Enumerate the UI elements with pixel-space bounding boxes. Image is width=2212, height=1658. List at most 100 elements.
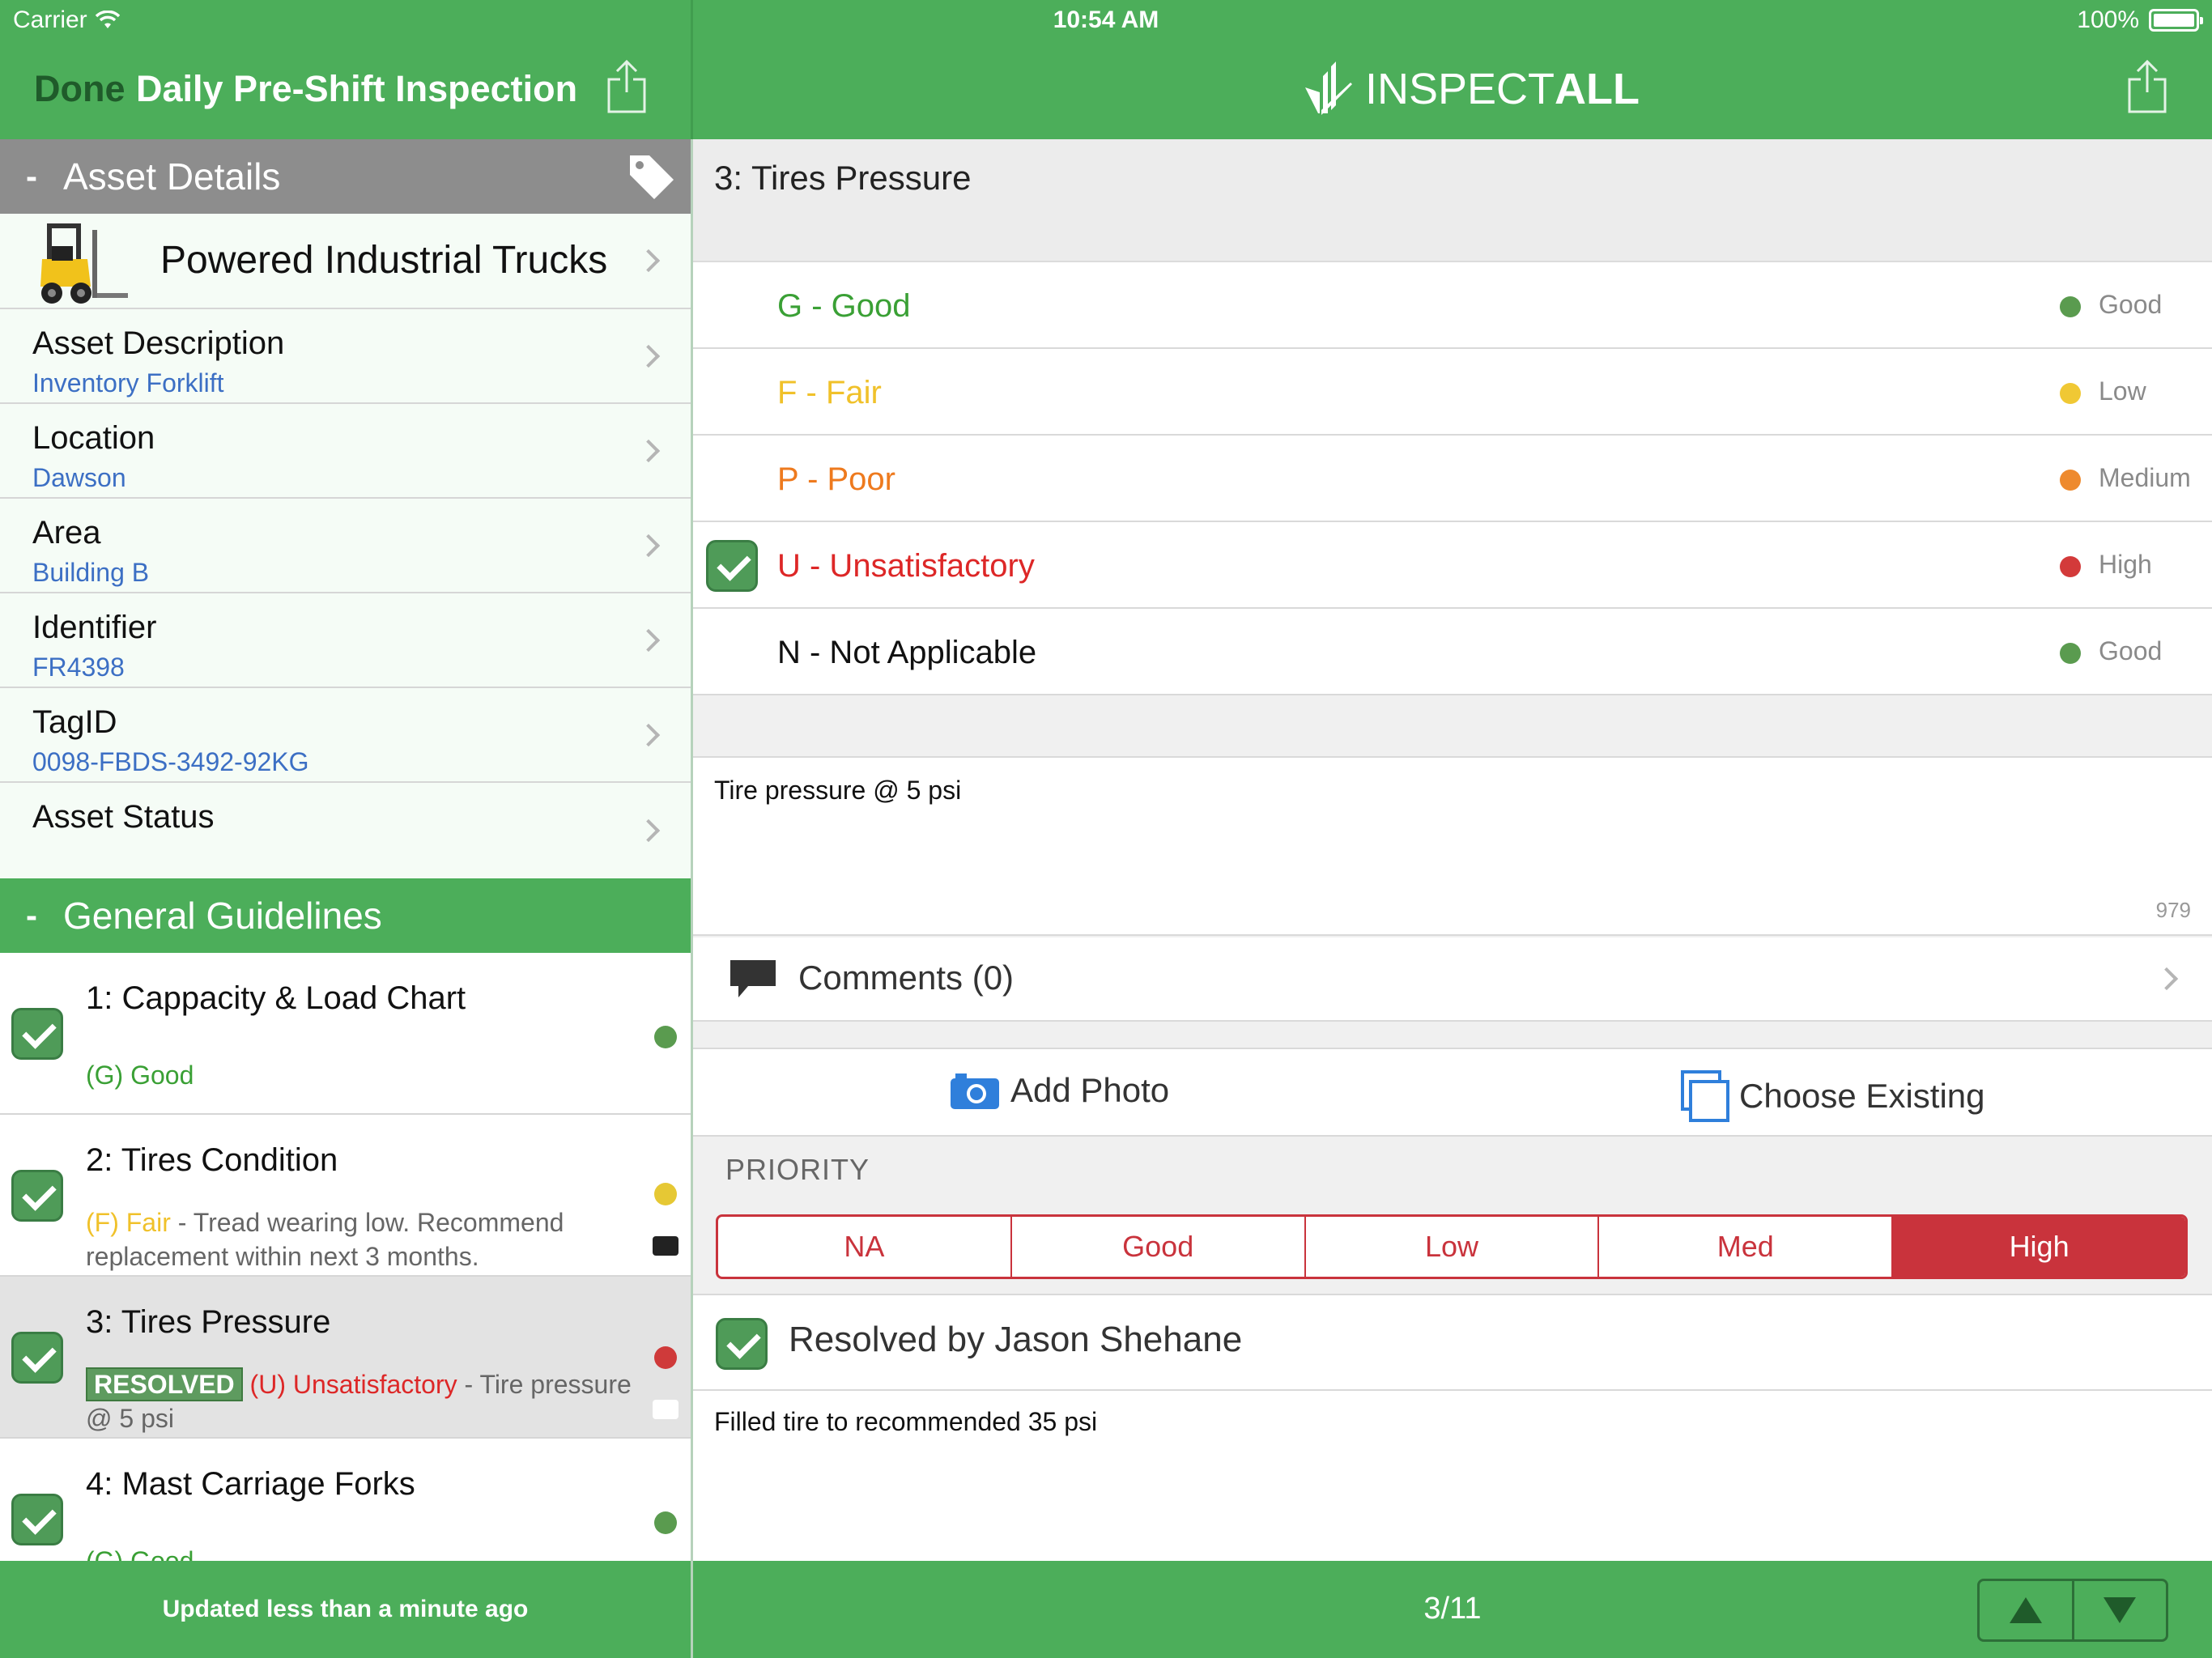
share-icon[interactable] — [606, 58, 648, 115]
asset-row-area[interactable]: Area Building B — [0, 499, 691, 593]
answer-option-priority: Low — [2099, 376, 2146, 406]
brand-bold: ALL — [1555, 65, 1640, 113]
priority-dot — [2060, 470, 2081, 491]
priority-dot — [2060, 643, 2081, 664]
answer-option-priority: High — [2099, 550, 2152, 579]
resolution-note-field[interactable]: Filled tire to recommended 35 psi — [693, 1391, 2212, 1561]
answer-option-poor[interactable]: P - Poor Medium — [693, 436, 2212, 522]
priority-option-high[interactable]: High — [1893, 1217, 2185, 1277]
asset-row-identifier[interactable]: Identifier FR4398 — [0, 593, 691, 688]
resolved-badge: RESOLVED — [86, 1367, 243, 1401]
choose-existing-button[interactable]: Choose Existing — [1681, 1070, 1985, 1122]
answer-option-label: G - Good — [777, 288, 911, 324]
checkbox-checked-icon[interactable] — [706, 540, 758, 592]
asset-row-description[interactable]: Asset Description Inventory Forklift — [0, 309, 691, 404]
priority-option-low[interactable]: Low — [1306, 1217, 1600, 1277]
asset-row-value: FR4398 — [32, 653, 125, 682]
priority-dot — [654, 1026, 677, 1048]
logo-mark-icon — [1305, 62, 1352, 115]
comments-label: Comments (0) — [798, 959, 1015, 997]
inspection-sidebar: - Asset Details Powered Industrial Truck… — [0, 139, 691, 1561]
next-question-button[interactable] — [2074, 1581, 2167, 1639]
collapse-toggle[interactable]: - — [0, 157, 63, 196]
priority-dot — [2060, 383, 2081, 404]
question-title: 1: Cappacity & Load Chart — [86, 980, 466, 1016]
status-time: 10:54 AM — [1053, 6, 1159, 33]
general-guidelines-title: General Guidelines — [63, 895, 382, 937]
question-navigation — [1977, 1579, 2168, 1642]
battery-percent: 100% — [2077, 6, 2139, 33]
question-detail: 3: Tires Pressure G - Good Good F - Fair… — [693, 139, 2212, 1561]
resolution-note-text: Filled tire to recommended 35 psi — [714, 1407, 1098, 1436]
asset-details-title: Asset Details — [63, 155, 281, 198]
battery-icon — [2149, 9, 2203, 32]
note-char-count: 979 — [2155, 898, 2191, 922]
question-heading: 3: Tires Pressure — [693, 139, 2212, 262]
priority-option-good[interactable]: Good — [1012, 1217, 1306, 1277]
answer-option-not-applicable[interactable]: N - Not Applicable Good — [693, 609, 2212, 695]
checkbox-checked-icon — [11, 1170, 63, 1222]
general-guidelines-header[interactable]: - General Guidelines — [0, 878, 691, 953]
comment-bubble-icon — [653, 1236, 678, 1256]
resolved-by-label: Resolved by Jason Shehane — [789, 1320, 1243, 1359]
answer-option-good[interactable]: G - Good Good — [693, 262, 2212, 349]
answer-code: (G) Good — [86, 1546, 194, 1561]
priority-dot — [654, 1346, 677, 1369]
previous-question-button[interactable] — [1980, 1581, 2074, 1639]
status-battery: 100% — [2077, 6, 2203, 34]
forklift-icon — [40, 223, 128, 304]
checkbox-checked-icon — [11, 1008, 63, 1060]
answer-option-label: P - Poor — [777, 461, 895, 497]
brand-name: INSPECTALL — [1365, 64, 1640, 114]
asset-row-location[interactable]: Location Dawson — [0, 404, 691, 499]
camera-icon — [951, 1073, 999, 1109]
panel-divider — [691, 0, 693, 1658]
chevron-right-icon — [636, 249, 661, 273]
priority-option-na[interactable]: NA — [718, 1217, 1012, 1277]
question-row-selected[interactable]: 3: Tires Pressure RESOLVED (U) Unsatisfa… — [0, 1277, 691, 1439]
answer-option-fair[interactable]: F - Fair Low — [693, 349, 2212, 436]
priority-heading: PRIORITY — [725, 1153, 870, 1186]
asset-details-header[interactable]: - Asset Details — [0, 139, 691, 214]
inspection-title: Daily Pre-Shift Inspection — [136, 68, 578, 109]
priority-dot — [2060, 296, 2081, 317]
resolved-row[interactable]: Resolved by Jason Shehane — [693, 1294, 2212, 1391]
asset-row-value: 0098-FBDS-3492-92KG — [32, 747, 309, 776]
answer-option-unsatisfactory[interactable]: U - Unsatisfactory High — [693, 522, 2212, 609]
note-textarea[interactable]: Tire pressure @ 5 psi 979 — [693, 756, 2212, 936]
add-photo-label: Add Photo — [1010, 1071, 1170, 1109]
done-button[interactable]: Done — [34, 68, 125, 110]
question-title: 4: Mast Carriage Forks — [86, 1466, 415, 1502]
asset-type-row[interactable]: Powered Industrial Trucks — [0, 214, 691, 309]
asset-row-label: Asset Status — [32, 799, 215, 835]
asset-row-status[interactable]: Asset Status — [0, 783, 691, 878]
priority-option-med[interactable]: Med — [1599, 1217, 1894, 1277]
tag-icon[interactable] — [625, 151, 677, 202]
asset-row-tagid[interactable]: TagID 0098-FBDS-3492-92KG — [0, 688, 691, 783]
answer-code: (F) Fair — [86, 1208, 171, 1237]
question-answer: (G) Good — [86, 1544, 653, 1561]
comments-row[interactable]: Comments (0) — [693, 937, 2212, 1022]
brand-light: INSPECT — [1365, 65, 1555, 113]
answer-option-priority: Good — [2099, 636, 2163, 665]
checkbox-checked-icon[interactable] — [716, 1318, 768, 1370]
comment-bubble-icon — [653, 1400, 678, 1419]
pager-bar: 3/11 — [693, 1561, 2212, 1658]
question-row[interactable]: 4: Mast Carriage Forks (G) Good — [0, 1439, 691, 1561]
question-title: 2: Tires Condition — [86, 1142, 338, 1178]
share-icon[interactable] — [2126, 58, 2168, 115]
add-photo-button[interactable]: Add Photo — [949, 1070, 1169, 1111]
question-row[interactable]: 1: Cappacity & Load Chart (G) Good — [0, 953, 691, 1115]
note-text: Tire pressure @ 5 psi — [714, 776, 962, 805]
asset-row-label: Area — [32, 515, 101, 551]
asset-row-label: Location — [32, 420, 155, 456]
question-title: 3: Tires Pressure — [86, 1304, 331, 1340]
photo-actions: Add Photo Choose Existing — [693, 1048, 2212, 1137]
question-row[interactable]: 2: Tires Condition (F) Fair - Tread wear… — [0, 1115, 691, 1277]
collapse-toggle[interactable]: - — [0, 896, 63, 935]
photo-library-icon — [1681, 1070, 1729, 1122]
asset-row-label: TagID — [32, 704, 117, 740]
arrow-down-icon — [2104, 1597, 2137, 1623]
checkbox-checked-icon — [11, 1494, 63, 1545]
choose-existing-label: Choose Existing — [1739, 1077, 1985, 1115]
